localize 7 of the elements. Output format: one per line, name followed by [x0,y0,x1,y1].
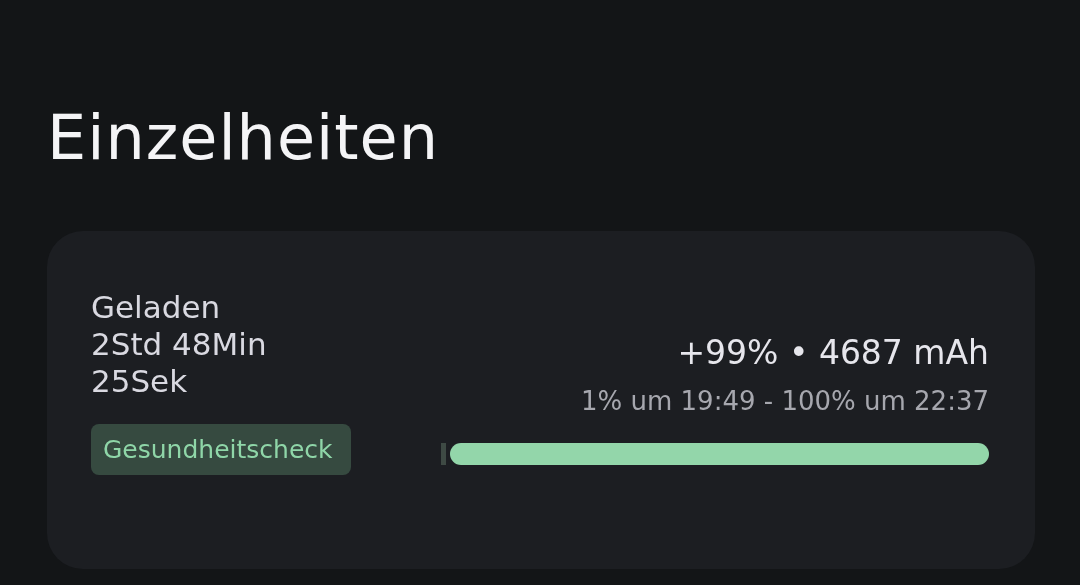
status-text: Geladen [91,289,222,326]
status-text: 25Sek [91,363,189,400]
charge-summary: +99% • 4687 mAh [677,332,989,374]
charge-range: 1% um 19:49 - 100% um 22:37 [581,385,989,418]
health-check-button[interactable]: Gesundheitscheck [91,424,351,475]
page-title: Einzelheiten [47,100,441,176]
status-text: 2Std 48Min [91,326,268,363]
